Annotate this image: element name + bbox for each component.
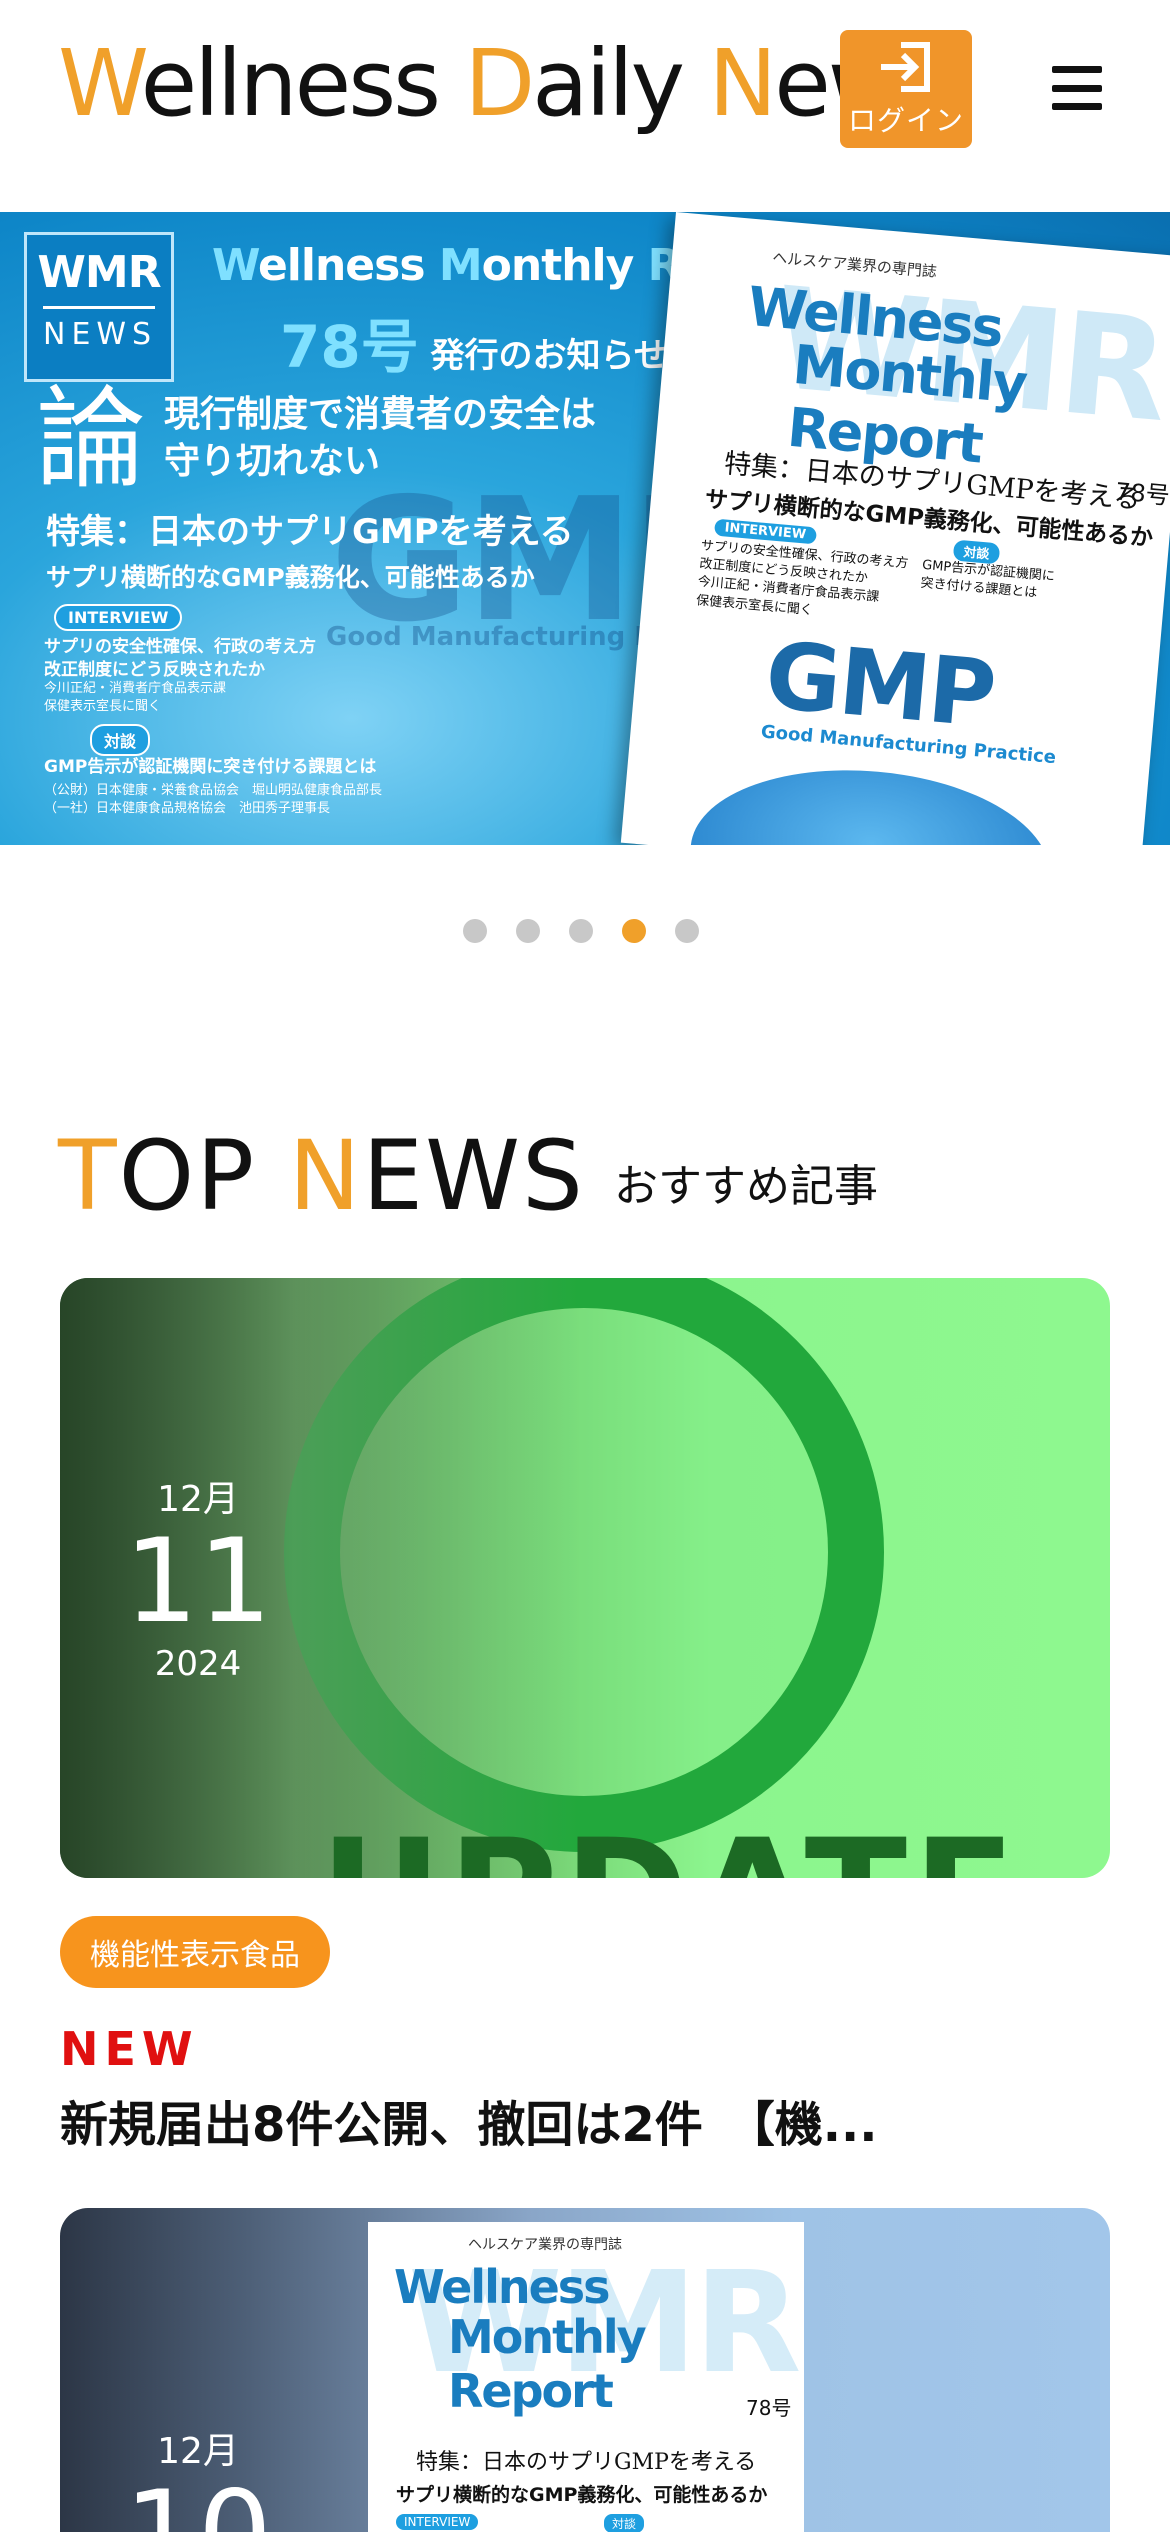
taidan-pill: 対談 xyxy=(90,724,151,756)
article-date: 12月 11 2024 xyxy=(124,1479,272,1684)
login-button[interactable]: ログイン xyxy=(840,30,972,148)
banner-headline: 現行制度で消費者の安全は 守り切れない xyxy=(164,394,597,482)
banner-interview-names: 今川正紀・消費者庁食品表示課 保健表示室長に聞く xyxy=(44,681,227,715)
login-label: ログイン xyxy=(847,104,964,137)
banner-taidan-text: GMP告示が認証機関に突き付ける課題とは xyxy=(44,757,377,777)
update-image-text: UPDATE xyxy=(320,1808,1021,1878)
hamburger-menu-icon[interactable] xyxy=(1052,66,1102,110)
interview-pill: INTERVIEW xyxy=(54,604,183,631)
carousel-dot[interactable] xyxy=(675,919,699,943)
carousel-dot[interactable] xyxy=(516,919,540,943)
article-card-image[interactable]: UPDATE 12月 11 2024 xyxy=(60,1278,1110,1878)
new-badge: NEW xyxy=(60,2022,199,2076)
banner-feature: 特集：日本のサプリGMPを考える xyxy=(46,512,574,552)
article-title[interactable]: 新規届出8件公開、撤回は2件 【機... xyxy=(60,2085,878,2155)
section-title: TOP NEWS xyxy=(58,1120,585,1232)
carousel-dot[interactable] xyxy=(463,919,487,943)
category-tag[interactable]: 機能性表示食品 xyxy=(60,1916,330,1988)
site-logo[interactable]: Wellness Daily News xyxy=(58,30,948,137)
banner-ron-glyph: 論 xyxy=(36,375,146,503)
hero-banner[interactable]: GMP Good Manufacturing Practice WMR NEWS… xyxy=(0,212,1170,845)
magazine-cover-thumbnail: WMR ヘルスケア業界の専門誌 Wellness Monthly Report … xyxy=(368,2222,804,2532)
carousel-dot[interactable] xyxy=(569,919,593,943)
banner-interview-text: サプリの安全性確保、行政の考え方 改正制度にどう反映されたか xyxy=(44,637,316,680)
banner-issue: 78号 発行のお知らせ xyxy=(280,313,668,381)
banner-feature-sub: サプリ横断的なGMP義務化、可能性あるか xyxy=(46,563,535,592)
article-card-image[interactable]: WMR ヘルスケア業界の専門誌 Wellness Monthly Report … xyxy=(60,2208,1110,2532)
banner-taidan-names: （公財）日本健康・栄養食品協会 堀山明弘健康食品部長 （一社）日本健康食品規格協… xyxy=(44,783,383,817)
section-subtitle: おすすめ記事 xyxy=(614,1161,878,1212)
site-header: Wellness Daily News ログイン xyxy=(0,0,1170,212)
carousel-dots xyxy=(463,919,699,943)
article-date: 12月 10 xyxy=(124,2431,272,2532)
magazine-cover: WMR ヘルスケア業界の専門誌 Wellness Monthly Report … xyxy=(620,212,1170,845)
wmr-news-badge: WMR NEWS xyxy=(24,232,174,382)
login-arrow-icon xyxy=(881,42,930,92)
carousel-dot-active[interactable] xyxy=(622,919,646,943)
